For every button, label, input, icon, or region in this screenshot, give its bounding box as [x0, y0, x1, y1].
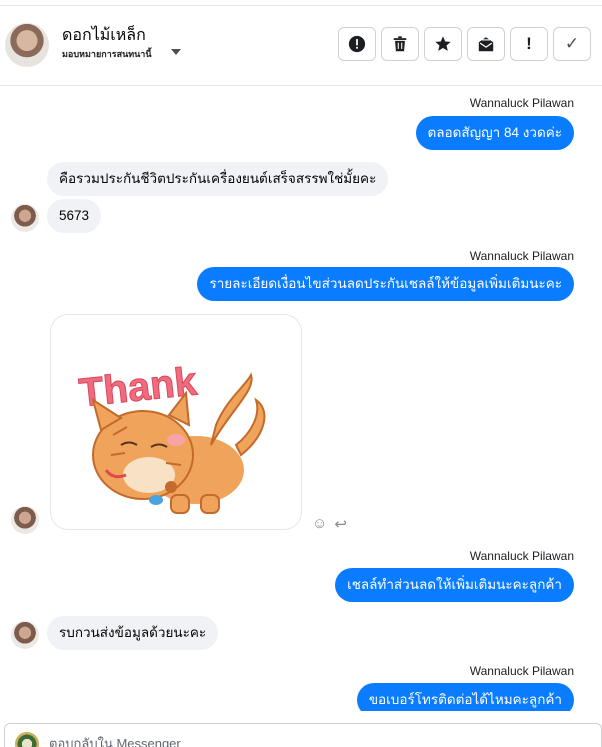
conversation-header: ดอกไม้เหล็ก มอบหมายการสนทนานี้ ! ✓: [0, 6, 602, 86]
sender-name: Wannaluck Pilawan: [469, 96, 574, 110]
done-button[interactable]: ✓: [553, 27, 591, 61]
mark-unread-button[interactable]: [467, 27, 505, 61]
delete-button[interactable]: [381, 27, 419, 61]
sender-name: Wannaluck Pilawan: [469, 249, 574, 263]
message-actions: ☺ ↩: [312, 515, 347, 533]
outgoing-message[interactable]: รายละเอียดเงื่อนไขส่วนลดประกันเชลล์ให้ข้…: [197, 267, 574, 301]
incoming-message[interactable]: รบกวนส่งข้อมูลด้วยนะคะ: [47, 616, 219, 650]
page-avatar: [15, 732, 39, 747]
check-icon: ✓: [564, 34, 580, 53]
sender-name: Wannaluck Pilawan: [469, 549, 574, 563]
contact-name[interactable]: ดอกไม้เหล็ก: [62, 23, 146, 48]
conversation-toolbar: ! ✓: [338, 27, 591, 63]
thank-sticker[interactable]: Thank: [50, 314, 302, 530]
contact-mini-avatar[interactable]: [11, 506, 39, 534]
star-icon: [435, 36, 451, 51]
spam-button[interactable]: !: [510, 27, 548, 61]
report-button[interactable]: [338, 27, 376, 61]
incoming-message[interactable]: คือรวมประกันชีวิตประกันเครื่องยนต์เสร็จส…: [47, 162, 389, 196]
contact-mini-avatar[interactable]: [11, 204, 39, 232]
trash-icon: [393, 36, 407, 52]
contact-mini-avatar[interactable]: [11, 621, 39, 649]
cat-sticker-image: Thank: [77, 359, 266, 514]
contact-avatar[interactable]: [5, 23, 49, 67]
mark-unread-icon: [478, 37, 494, 52]
chevron-down-icon[interactable]: [171, 49, 181, 55]
reply-arrow-icon[interactable]: ↩: [334, 515, 347, 533]
smiley-react-icon[interactable]: ☺: [312, 515, 327, 533]
message-thread: Wannaluck Pilawan ตลอดสัญญา 84 งวดค่ะ คื…: [0, 87, 602, 711]
assign-conversation-label[interactable]: มอบหมายการสนทนานี้: [62, 47, 152, 61]
star-button[interactable]: [424, 27, 462, 61]
report-icon: [348, 35, 366, 53]
outgoing-message[interactable]: เชลล์ทำส่วนลดให้เพิ่มเติมนะคะลูกค้า: [335, 568, 574, 602]
reply-input[interactable]: [49, 736, 449, 747]
outgoing-message[interactable]: ขอเบอร์โทรติดต่อได้ไหมคะลูกค้า: [356, 683, 574, 711]
incoming-message[interactable]: 5673: [47, 199, 102, 233]
outgoing-message[interactable]: ตลอดสัญญา 84 งวดค่ะ: [415, 116, 574, 150]
reply-composer: [4, 723, 602, 747]
sender-name: Wannaluck Pilawan: [469, 664, 574, 678]
exclamation-icon: !: [526, 34, 532, 53]
